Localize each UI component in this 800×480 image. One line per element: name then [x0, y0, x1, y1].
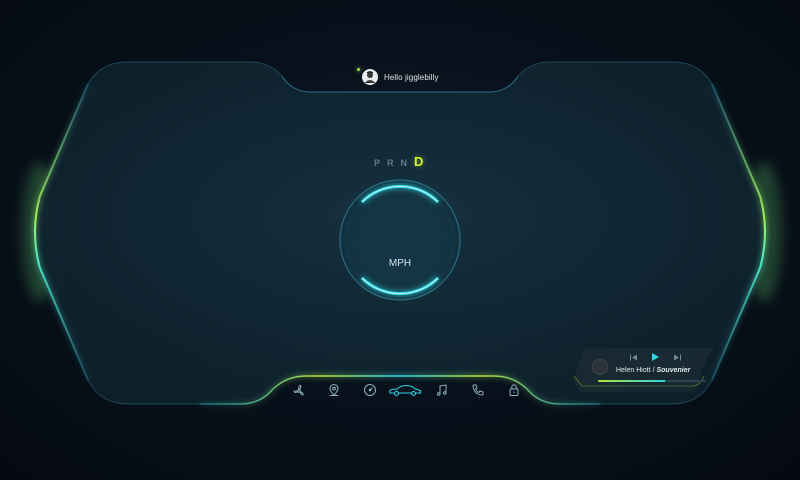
dashboard-screen: Hello jigglebilly P R N D MPH Helen Hiot… [0, 0, 800, 480]
fan-icon [293, 384, 304, 396]
nav-climate[interactable] [288, 378, 310, 402]
nav-vehicle[interactable] [385, 378, 425, 402]
nav-navigation[interactable] [323, 378, 345, 402]
track-progress-bar[interactable] [598, 380, 706, 382]
nav-phone[interactable] [467, 378, 489, 402]
track-progress-fill [598, 380, 665, 382]
car-icon [389, 384, 422, 397]
map-pin-icon [329, 384, 339, 396]
media-controls [628, 352, 682, 362]
track-title: Souvenier [656, 367, 691, 374]
avatar[interactable] [362, 69, 378, 85]
album-art[interactable] [592, 359, 608, 375]
gear-neutral[interactable]: N [401, 158, 409, 168]
phone-icon [472, 384, 484, 396]
gear-drive[interactable]: D [414, 154, 424, 169]
speed-unit-label: MPH [388, 258, 412, 269]
online-status-indicator [357, 68, 360, 71]
greeting-text: Hello jigglebilly [384, 72, 439, 82]
lock-icon [509, 384, 519, 396]
previous-track-button[interactable] [628, 352, 638, 362]
nav-dashboard[interactable] [359, 378, 381, 402]
gear-reverse[interactable]: R [387, 158, 395, 168]
play-icon [652, 353, 659, 361]
track-artist: Helen Hiott [616, 367, 651, 374]
gear-park[interactable]: P [374, 158, 381, 168]
music-note-icon [437, 384, 447, 396]
nav-lock[interactable] [503, 378, 525, 402]
now-playing: Helen Hiott / Souvenier [616, 367, 690, 374]
play-button[interactable] [650, 352, 660, 362]
gear-selector[interactable]: P R N D [374, 154, 424, 169]
next-track-button[interactable] [672, 352, 682, 362]
speedometer [339, 179, 461, 301]
nav-music[interactable] [431, 378, 453, 402]
user-greeting[interactable]: Hello jigglebilly [357, 68, 439, 86]
skip-back-icon [629, 354, 637, 360]
bottom-nav [285, 378, 525, 404]
skip-forward-icon [673, 354, 681, 360]
gauge-icon [364, 384, 376, 396]
